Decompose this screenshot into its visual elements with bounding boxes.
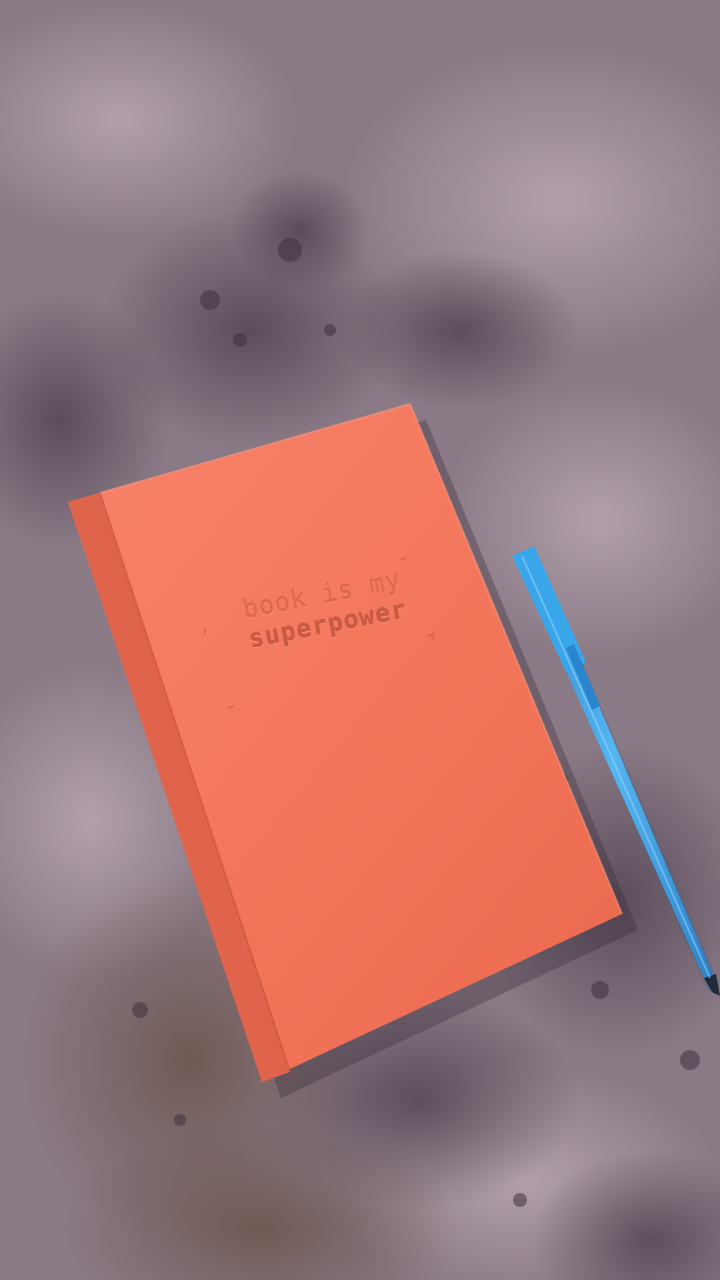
photo-scene: book is my superpower — [0, 0, 720, 1280]
table-surface — [0, 0, 720, 1280]
